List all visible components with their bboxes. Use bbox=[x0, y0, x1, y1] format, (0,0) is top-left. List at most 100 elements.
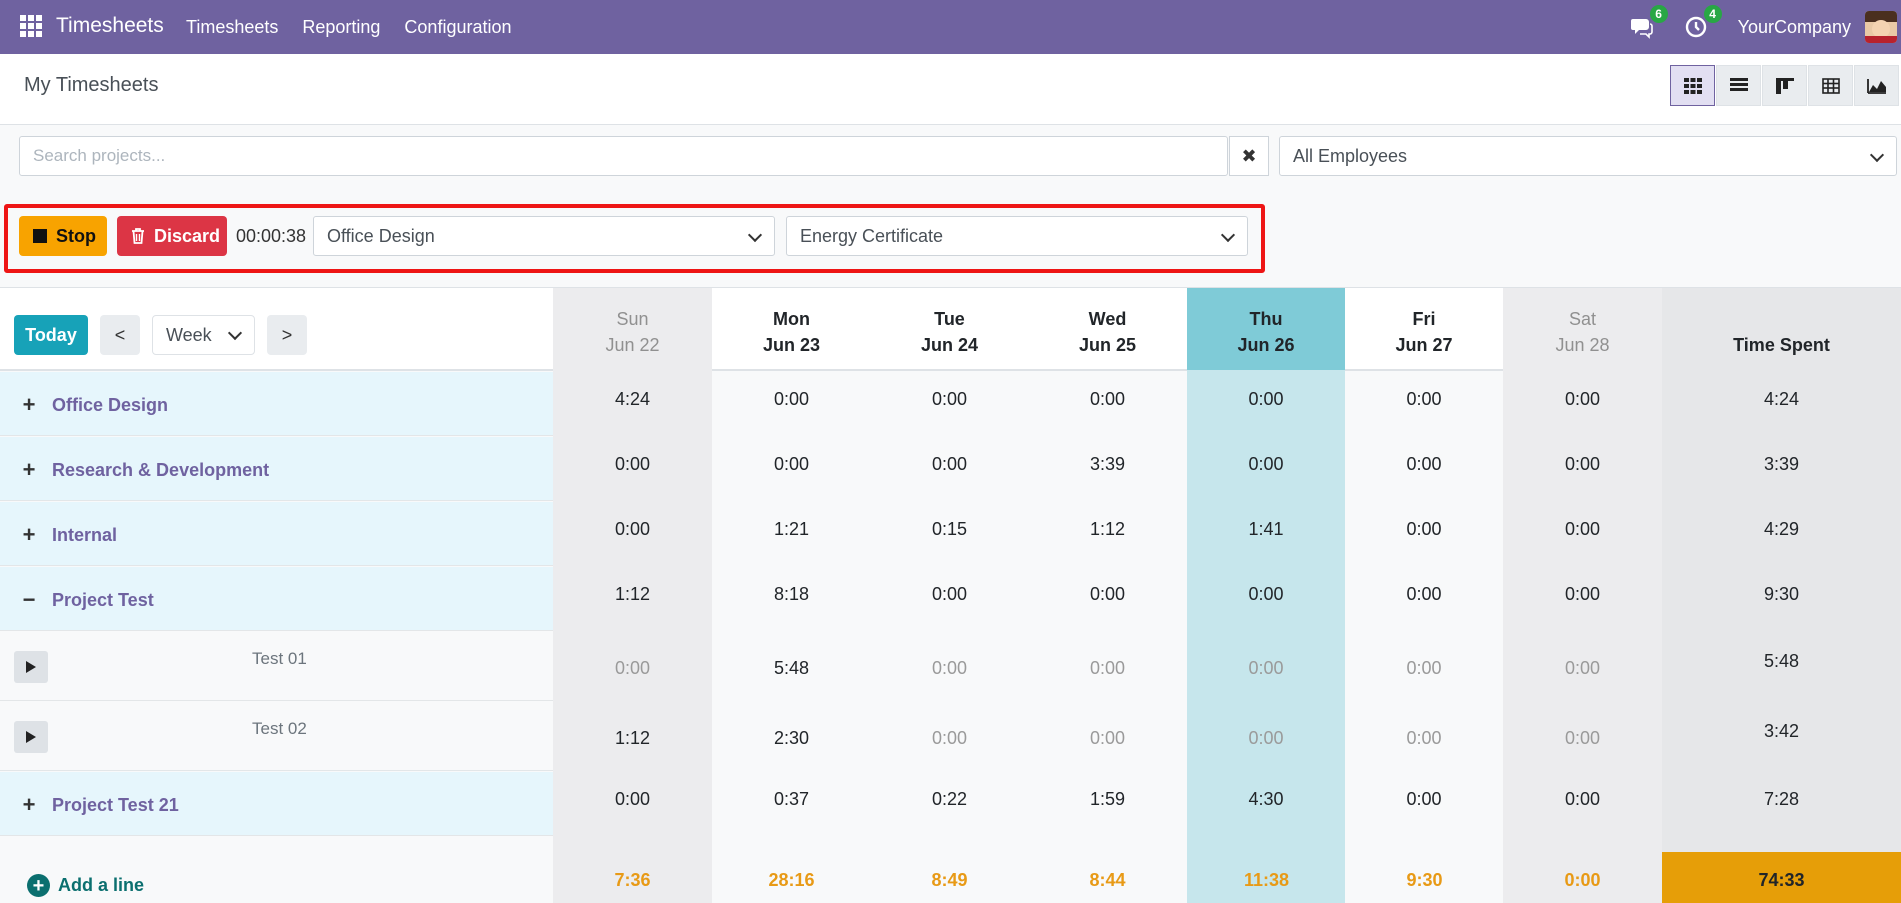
expand-icon: + bbox=[22, 392, 36, 417]
next-period-button[interactable]: > bbox=[267, 315, 307, 355]
time-cell[interactable]: 4:30 bbox=[1187, 789, 1345, 810]
time-cell[interactable]: 0:00 bbox=[1345, 658, 1503, 679]
time-cell[interactable]: 1:41 bbox=[1187, 519, 1345, 540]
time-cell[interactable]: 5:48 bbox=[712, 658, 871, 679]
time-cell[interactable]: 3:39 bbox=[1028, 454, 1187, 475]
time-cell[interactable]: 0:00 bbox=[1503, 584, 1662, 605]
time-cell[interactable]: 0:00 bbox=[553, 789, 712, 810]
project-row-toggle[interactable]: − Project Test bbox=[22, 587, 154, 613]
activities-badge: 4 bbox=[1703, 5, 1722, 23]
time-cell[interactable]: 0:00 bbox=[1345, 584, 1503, 605]
project-row-toggle[interactable]: + Project Test 21 bbox=[22, 792, 179, 818]
time-cell[interactable]: 0:22 bbox=[870, 789, 1029, 810]
menu-timesheets[interactable]: Timesheets bbox=[186, 17, 278, 38]
time-cell[interactable]: 0:00 bbox=[1028, 728, 1187, 749]
time-cell[interactable]: 0:00 bbox=[1503, 454, 1662, 475]
add-line-button[interactable]: + Add a line bbox=[27, 874, 144, 897]
time-cell[interactable]: 1:59 bbox=[1028, 789, 1187, 810]
previous-period-button[interactable]: < bbox=[100, 315, 140, 355]
time-cell[interactable]: 0:00 bbox=[1345, 454, 1503, 475]
grid-view-button[interactable] bbox=[1670, 65, 1715, 106]
activities-button[interactable]: 4 bbox=[1684, 5, 1722, 39]
clear-search-button[interactable]: ✖ bbox=[1229, 136, 1269, 176]
time-cell[interactable]: 0:00 bbox=[870, 454, 1029, 475]
graph-view-button[interactable] bbox=[1854, 65, 1899, 106]
time-cell[interactable]: 0:00 bbox=[1187, 454, 1345, 475]
row-total: 4:29 bbox=[1763, 519, 1800, 539]
grand-total: 74:33 bbox=[1758, 870, 1805, 890]
employee-filter-select[interactable]: All Employees bbox=[1279, 136, 1897, 176]
time-cell[interactable]: 0:00 bbox=[870, 389, 1029, 410]
time-cell[interactable]: 0:00 bbox=[1187, 389, 1345, 410]
time-cell[interactable]: 0:00 bbox=[1503, 389, 1662, 410]
time-cell[interactable]: 0:00 bbox=[1345, 728, 1503, 749]
company-switcher[interactable]: YourCompany bbox=[1738, 17, 1851, 38]
time-cell[interactable]: 0:00 bbox=[1503, 519, 1662, 540]
pivot-view-icon bbox=[1821, 77, 1840, 94]
start-timer-button[interactable] bbox=[14, 651, 48, 683]
search-input[interactable] bbox=[20, 137, 1227, 175]
close-icon: ✖ bbox=[1241, 145, 1257, 166]
time-cell[interactable]: 8:18 bbox=[712, 584, 871, 605]
timer-project-select[interactable]: Office Design bbox=[313, 216, 775, 256]
time-cell[interactable]: 0:15 bbox=[870, 519, 1029, 540]
project-row-toggle[interactable]: + Office Design bbox=[22, 392, 168, 418]
day-name: Wed bbox=[1088, 309, 1127, 329]
time-cell[interactable]: 1:12 bbox=[553, 584, 712, 605]
app-brand[interactable]: Timesheets bbox=[56, 14, 164, 38]
menu-reporting[interactable]: Reporting bbox=[302, 17, 380, 38]
chevron-down-icon bbox=[1220, 227, 1236, 243]
time-cell[interactable]: 0:00 bbox=[1345, 789, 1503, 810]
project-name: Project Test 21 bbox=[52, 794, 179, 815]
time-cell[interactable]: 0:00 bbox=[712, 389, 871, 410]
main-menu: Timesheets Reporting Configuration bbox=[186, 17, 512, 38]
time-cell[interactable]: 0:00 bbox=[1187, 658, 1345, 679]
time-cell[interactable]: 0:00 bbox=[1503, 789, 1662, 810]
page-title: My Timesheets bbox=[24, 74, 159, 96]
today-button[interactable]: Today bbox=[14, 315, 88, 355]
user-avatar[interactable] bbox=[1865, 11, 1897, 43]
time-cell[interactable]: 1:21 bbox=[712, 519, 871, 540]
range-select[interactable]: Week bbox=[152, 315, 255, 355]
time-cell[interactable]: 0:00 bbox=[1028, 584, 1187, 605]
time-cell[interactable]: 0:00 bbox=[553, 519, 712, 540]
search-box bbox=[19, 136, 1228, 176]
time-cell[interactable]: 0:00 bbox=[1503, 728, 1662, 749]
time-cell[interactable]: 1:12 bbox=[553, 728, 712, 749]
time-cell[interactable]: 0:00 bbox=[1187, 584, 1345, 605]
time-cell[interactable]: 0:00 bbox=[1345, 519, 1503, 540]
top-navbar: Timesheets Timesheets Reporting Configur… bbox=[0, 0, 1901, 54]
timer-task-select[interactable]: Energy Certificate bbox=[786, 216, 1248, 256]
discard-label: Discard bbox=[154, 225, 221, 246]
start-timer-button[interactable] bbox=[14, 721, 48, 753]
day-header-sun: Sun Jun 22 bbox=[553, 288, 712, 370]
time-cell[interactable]: 0:00 bbox=[1187, 728, 1345, 749]
row-total: 9:30 bbox=[1763, 584, 1800, 604]
time-cell[interactable]: 2:30 bbox=[712, 728, 871, 749]
kanban-view-button[interactable] bbox=[1762, 65, 1807, 106]
project-row-toggle[interactable]: + Internal bbox=[22, 522, 117, 548]
app-menu-icon[interactable] bbox=[20, 15, 42, 37]
project-row-toggle[interactable]: + Research & Development bbox=[22, 457, 270, 483]
messages-button[interactable]: 6 bbox=[1630, 5, 1668, 39]
time-cell[interactable]: 0:37 bbox=[712, 789, 871, 810]
time-cell[interactable]: 0:00 bbox=[1028, 389, 1187, 410]
project-name: Project Test bbox=[52, 589, 154, 610]
time-cell[interactable]: 0:00 bbox=[870, 728, 1029, 749]
list-view-button[interactable] bbox=[1716, 65, 1761, 106]
menu-configuration[interactable]: Configuration bbox=[404, 17, 511, 38]
stop-timer-button[interactable]: Stop bbox=[19, 216, 107, 256]
time-cell[interactable]: 0:00 bbox=[1503, 658, 1662, 679]
time-cell[interactable]: 0:00 bbox=[1345, 389, 1503, 410]
time-cell[interactable]: 1:12 bbox=[1028, 519, 1187, 540]
time-cell[interactable]: 0:00 bbox=[553, 454, 712, 475]
time-cell[interactable]: 0:00 bbox=[870, 658, 1029, 679]
time-cell[interactable]: 4:24 bbox=[553, 389, 712, 410]
discard-timer-button[interactable]: Discard bbox=[117, 216, 227, 256]
time-cell[interactable]: 0:00 bbox=[1028, 658, 1187, 679]
time-cell[interactable]: 0:00 bbox=[870, 584, 1029, 605]
timer-project-value: Office Design bbox=[327, 226, 435, 246]
time-cell[interactable]: 0:00 bbox=[553, 658, 712, 679]
pivot-view-button[interactable] bbox=[1808, 65, 1853, 106]
time-cell[interactable]: 0:00 bbox=[712, 454, 871, 475]
